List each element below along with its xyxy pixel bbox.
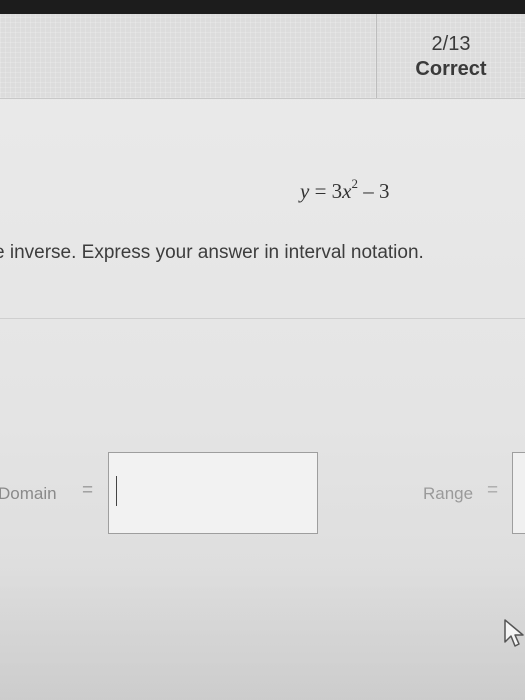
screen: 2/13 Correct y = 3x2 – 3 e inverse. Expr…: [0, 0, 525, 700]
domain-input[interactable]: [108, 452, 318, 534]
equation: y = 3x2 – 3: [300, 176, 390, 204]
score-status: Correct: [415, 58, 487, 80]
text-caret: [116, 476, 117, 506]
score-fraction: 2/13: [431, 33, 471, 55]
equation-exponent: 2: [351, 176, 359, 191]
range-label: Range: [423, 484, 474, 503]
domain-label: Domain: [0, 484, 57, 503]
score-box: 2/13 Correct: [377, 14, 525, 98]
equation-y: y: [300, 179, 310, 203]
range-equals: =: [487, 480, 499, 501]
mouse-pointer-icon: [504, 619, 524, 647]
range-input[interactable]: [512, 452, 525, 534]
section-divider: [0, 318, 525, 319]
question-instruction: e inverse. Express your answer in interv…: [0, 242, 424, 263]
monitor-bezel: [0, 0, 525, 14]
screen-shade: [0, 560, 525, 700]
equation-eq: = 3: [309, 179, 343, 203]
equation-tail: – 3: [358, 179, 390, 203]
equation-x: x: [342, 179, 352, 203]
domain-equals: =: [82, 480, 94, 501]
